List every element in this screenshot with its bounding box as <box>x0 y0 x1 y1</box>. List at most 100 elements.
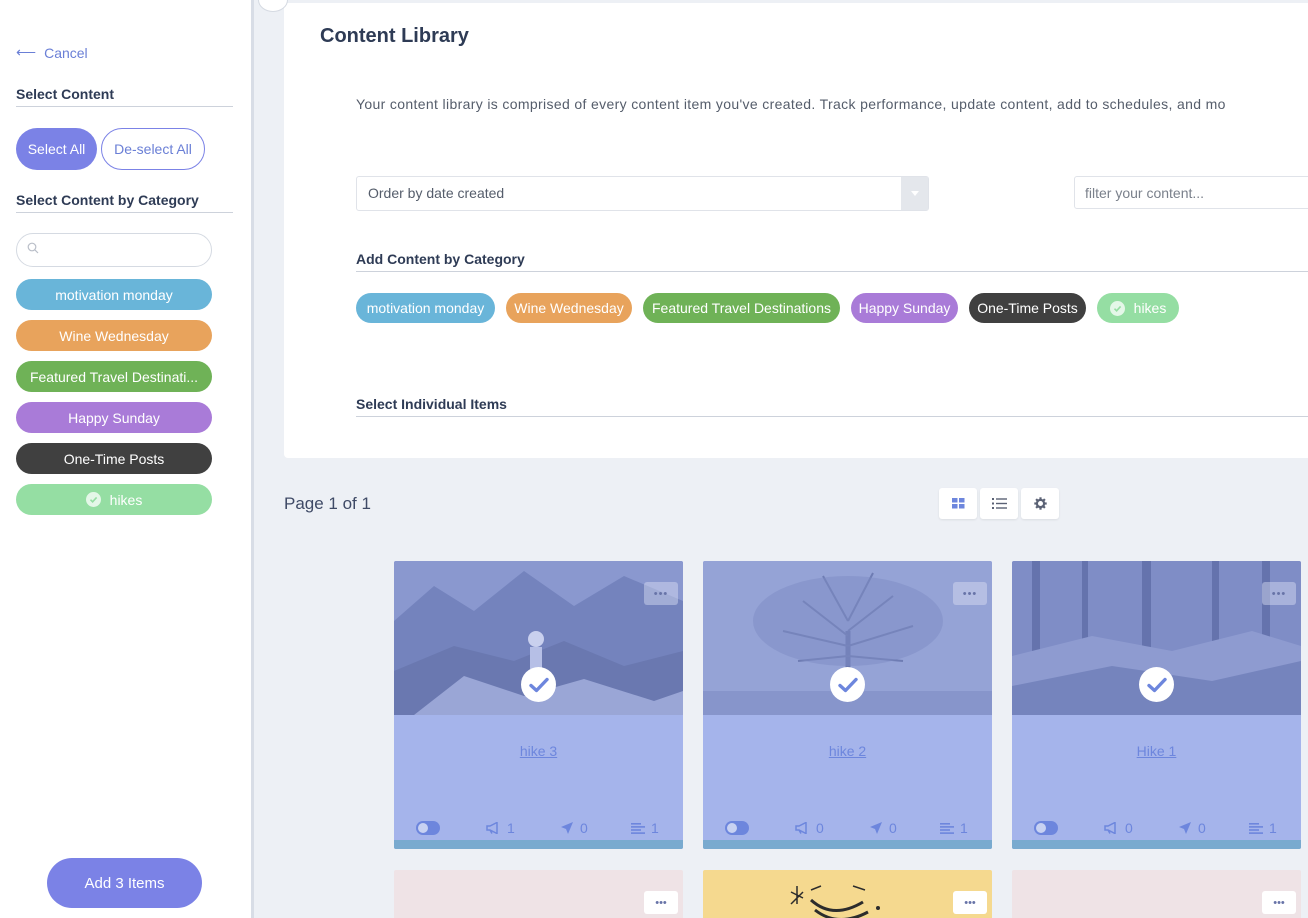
category-label: Wine Wednesday <box>514 300 624 316</box>
sends-count: 0 <box>580 820 588 836</box>
active-toggle[interactable] <box>725 821 749 835</box>
grid-view-button[interactable] <box>939 488 977 519</box>
deselect-all-button[interactable]: De-select All <box>101 128 205 170</box>
sends-stat: 0 <box>560 820 588 836</box>
megaphone-icon <box>486 822 498 834</box>
category-label: hikes <box>1133 300 1167 316</box>
card-menu-button[interactable]: ••• <box>644 891 678 914</box>
items-stat: 1 <box>940 820 968 836</box>
sidebar-category-one-time-posts[interactable]: One-Time Posts <box>16 443 212 474</box>
category-color-bar <box>394 840 683 849</box>
lines-icon <box>940 822 954 834</box>
boosts-count: 0 <box>816 820 824 836</box>
content-card[interactable]: ••• hike 3 1 0 1 <box>394 561 683 849</box>
filter-placeholder: filter your content... <box>1085 185 1205 201</box>
individual-items-heading: Select Individual Items <box>356 396 1308 417</box>
card-stats: 0 0 1 <box>703 818 992 838</box>
chevron-down-icon[interactable] <box>901 177 928 210</box>
selected-check-icon[interactable] <box>830 667 865 702</box>
category-label: motivation monday <box>55 286 173 303</box>
paper-plane-icon <box>870 822 882 834</box>
select-content-heading: Select Content <box>16 86 233 107</box>
category-label: Happy Sunday <box>858 300 951 316</box>
select-by-category-heading: Select Content by Category <box>16 192 233 213</box>
card-title-link[interactable]: hike 2 <box>703 743 992 759</box>
category-label: One-Time Posts <box>63 450 165 467</box>
category-color-bar <box>703 840 992 849</box>
cancel-label: Cancel <box>44 44 88 61</box>
gear-icon <box>1033 497 1047 510</box>
items-count: 1 <box>960 820 968 836</box>
sends-count: 0 <box>1198 820 1206 836</box>
category-label: Featured Travel Destinations <box>652 300 831 316</box>
content-card[interactable]: ••• <box>703 870 992 918</box>
select-all-button[interactable]: Select All <box>16 128 97 170</box>
sends-stat: 0 <box>869 820 897 836</box>
content-card[interactable]: ••• <box>1012 870 1301 918</box>
category-label: Happy Sunday <box>68 409 160 426</box>
sidebar-category-happy-sunday[interactable]: Happy Sunday <box>16 402 212 433</box>
card-stats: 1 0 1 <box>394 818 683 838</box>
content-library-panel <box>284 3 1308 458</box>
add-items-button[interactable]: Add 3 Items <box>47 858 202 908</box>
list-view-icon <box>991 498 1007 509</box>
category-label: motivation monday <box>366 300 485 316</box>
category-wine-wednesday[interactable]: Wine Wednesday <box>506 293 632 323</box>
card-title-link[interactable]: hike 3 <box>394 743 683 759</box>
content-card[interactable]: ••• Hike 1 0 0 1 <box>1012 561 1301 849</box>
sidebar: ⟵ Cancel Select Content Select All De-se… <box>0 0 254 918</box>
grid-view-icon <box>951 498 964 509</box>
add-by-category-heading: Add Content by Category <box>356 251 1308 272</box>
category-color-bar <box>1012 840 1301 849</box>
card-stats: 0 0 1 <box>1012 818 1301 838</box>
boosts-stat: 1 <box>486 820 515 836</box>
content-card[interactable]: ••• hike 2 0 0 1 <box>703 561 992 849</box>
view-toggle-group <box>939 488 1059 519</box>
category-motivation-monday[interactable]: motivation monday <box>356 293 495 323</box>
filter-content-input[interactable]: filter your content... <box>1074 176 1308 209</box>
cancel-link[interactable]: ⟵ Cancel <box>16 44 88 61</box>
items-stat: 1 <box>631 820 659 836</box>
sidebar-category-motivation-monday[interactable]: motivation monday <box>16 279 212 310</box>
order-by-value: Order by date created <box>368 185 505 201</box>
settings-button[interactable] <box>1021 488 1059 519</box>
sidebar-category-hikes[interactable]: hikes <box>16 484 212 515</box>
sidebar-category-wine-wednesday[interactable]: Wine Wednesday <box>16 320 212 351</box>
paper-plane-icon <box>561 822 573 834</box>
category-label: Featured Travel Destinati... <box>29 368 199 385</box>
category-featured-travel-destinations[interactable]: Featured Travel Destinations <box>643 293 840 323</box>
lines-icon <box>1249 822 1263 834</box>
items-stat: 1 <box>1249 820 1277 836</box>
active-toggle[interactable] <box>1034 821 1058 835</box>
page-info: Page 1 of 1 <box>284 494 371 513</box>
category-happy-sunday[interactable]: Happy Sunday <box>851 293 958 323</box>
card-menu-button[interactable]: ••• <box>953 582 987 605</box>
category-label: hikes <box>109 491 143 508</box>
lines-icon <box>631 822 645 834</box>
paper-plane-icon <box>1179 822 1191 834</box>
items-count: 1 <box>651 820 659 836</box>
order-by-select[interactable]: Order by date created <box>356 176 929 211</box>
active-toggle[interactable] <box>416 821 440 835</box>
selected-check-icon[interactable] <box>521 667 556 702</box>
card-menu-button[interactable]: ••• <box>1262 891 1296 914</box>
category-label: Wine Wednesday <box>59 327 169 344</box>
boosts-count: 1 <box>507 820 515 836</box>
items-count: 1 <box>1269 820 1277 836</box>
list-view-button[interactable] <box>980 488 1018 519</box>
category-hikes[interactable]: hikes <box>1097 293 1179 323</box>
category-one-time-posts[interactable]: One-Time Posts <box>969 293 1086 323</box>
category-search-input[interactable] <box>16 233 212 267</box>
sidebar-category-featured-travel[interactable]: Featured Travel Destinati... <box>16 361 212 392</box>
card-menu-button[interactable]: ••• <box>644 582 678 605</box>
category-label: One-Time Posts <box>977 300 1078 316</box>
selected-check-icon[interactable] <box>1139 667 1174 702</box>
boosts-stat: 0 <box>1104 820 1133 836</box>
card-image <box>790 885 880 918</box>
boosts-count: 0 <box>1125 820 1133 836</box>
card-title-link[interactable]: Hike 1 <box>1012 743 1301 759</box>
card-menu-button[interactable]: ••• <box>1262 582 1296 605</box>
card-menu-button[interactable]: ••• <box>953 891 987 914</box>
content-card[interactable]: ••• <box>394 870 683 918</box>
back-arrow-icon: ⟵ <box>16 44 37 60</box>
